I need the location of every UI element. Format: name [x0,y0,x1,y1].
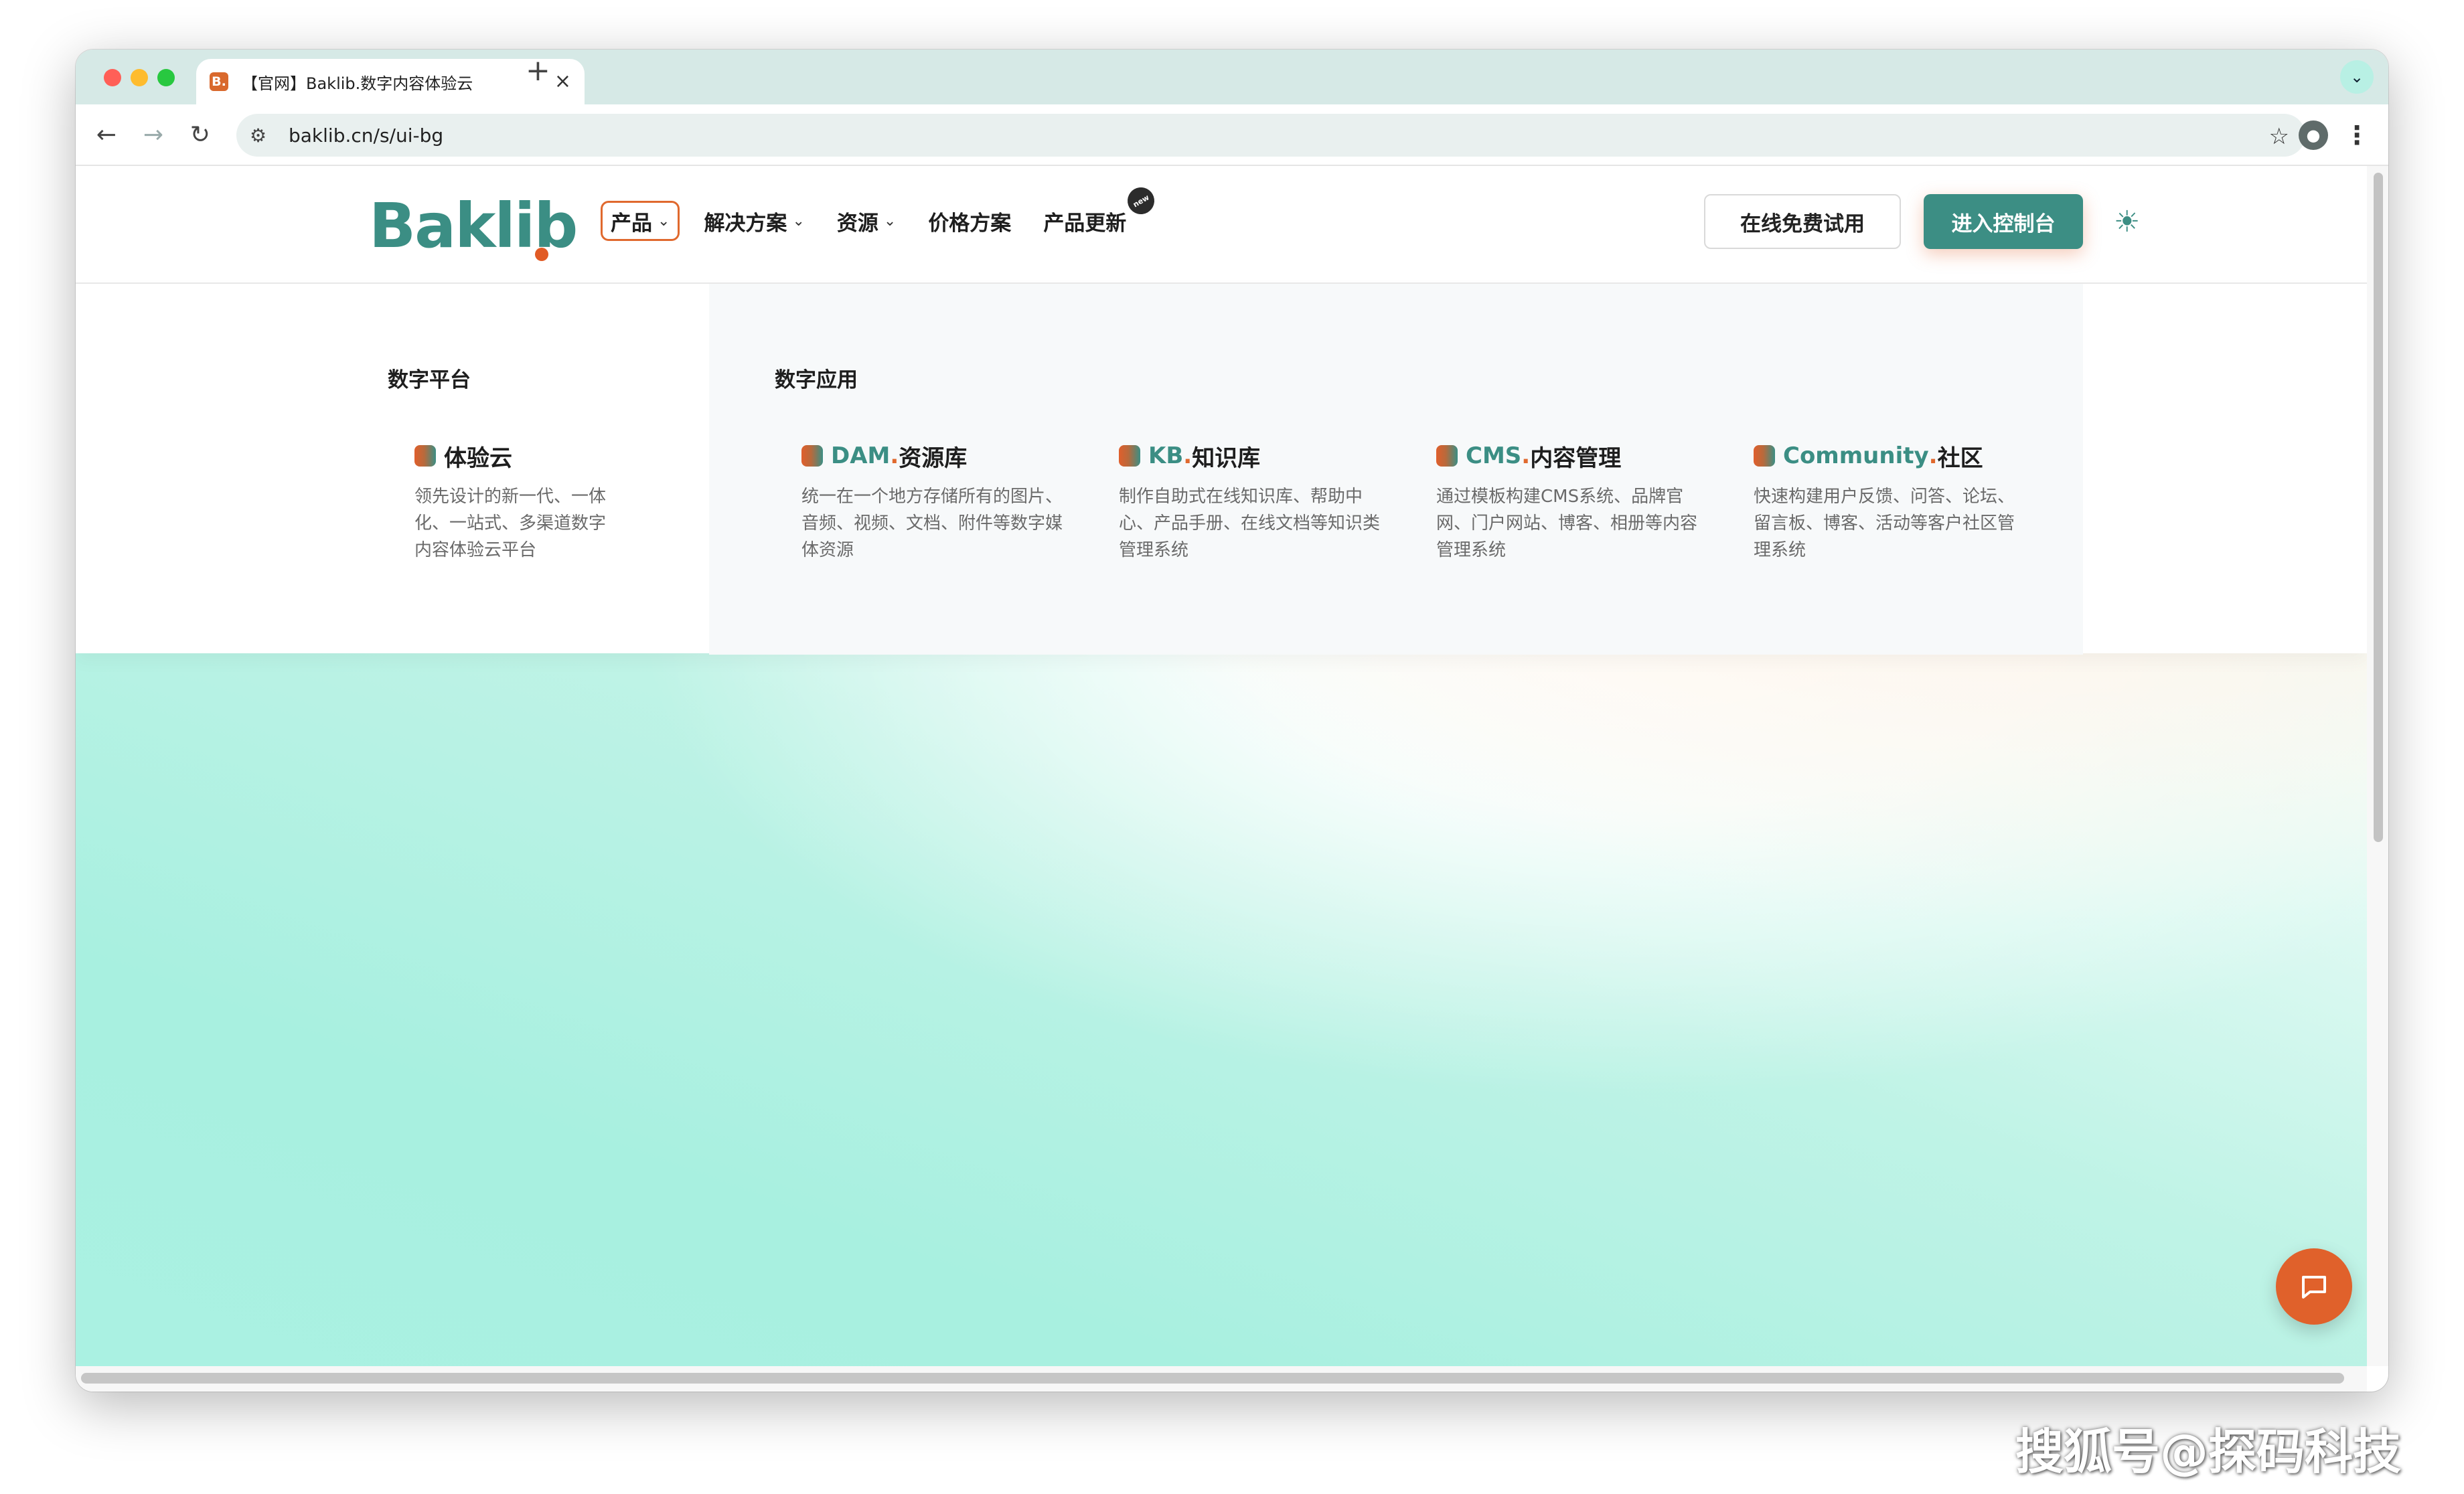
chevron-down-icon: ⌄ [658,212,670,230]
product-icon [1436,445,1458,467]
chat-button[interactable] [2276,1248,2352,1325]
maximize-window-button[interactable] [157,69,175,86]
vertical-scroll-thumb[interactable] [2374,173,2383,842]
section-title-platform: 数字平台 [388,368,471,392]
card-description: 统一在一个地方存储所有的图片、音频、视频、文档、附件等数字媒体资源 [801,487,1063,560]
nav-item-updates[interactable]: 产品更新 new [1035,182,1160,241]
tab-strip: B. 【官网】Baklib.数字内容体验云 × + ⌄ [76,50,2388,104]
menu-card-dam[interactable]: DAM. 资源库 统一在一个地方存储所有的图片、音频、视频、文档、附件等数字媒体资… [801,440,1083,564]
vertical-scrollbar[interactable] [2367,166,2388,1366]
nav-label: 产品更新 [1043,211,1127,236]
menu-card-community[interactable]: Community. 社区 快速构建用户反馈、问答、论坛、留言板、博客、活动等客户… [1754,440,2035,564]
browser-toolbar: ← → ↻ ⚙ baklib.cn/s/ui-bg ☆ ● ⋮ [76,104,2388,166]
main-nav: 产品 ⌄ 解决方案 ⌄ 资源 ⌄ 价格方案 产品更新 new [601,182,1160,241]
card-name: 体验云 [444,444,512,472]
new-tab-button[interactable]: + [526,56,550,86]
baklib-favicon-icon: B. [210,72,228,91]
watermark-text: 搜狐号@探码科技 [2015,1424,2402,1480]
minimize-window-button[interactable] [131,69,148,86]
products-mega-menu: 数字平台 体验云 领先设计的新一代、一体化、一站式、多渠道数字内容体验云平台 数… [76,282,2367,655]
menu-card-cms[interactable]: CMS. 内容管理 通过模板构建CMS系统、品牌官网、门户网站、博客、相册等内容管… [1436,440,1717,564]
product-icon [1754,445,1775,467]
free-trial-button[interactable]: 在线免费试用 [1704,194,1901,249]
chevron-down-icon: ⌄ [883,212,897,230]
nav-label: 产品 [611,211,652,236]
card-description: 快速构建用户反馈、问答、论坛、留言板、博客、活动等客户社区管理系统 [1754,487,2015,560]
tab-title: 【官网】Baklib.数字内容体验云 [242,74,473,93]
menu-card-experience-cloud[interactable]: 体验云 领先设计的新一代、一体化、一站式、多渠道数字内容体验云平台 [414,440,696,564]
card-head: KB. 知识库 [1119,440,1400,472]
card-description: 通过模板构建CMS系统、品牌官网、门户网站、博客、相册等内容管理系统 [1436,487,1698,560]
browser-menu-icon[interactable]: ⋮ [2344,116,2370,154]
close-window-button[interactable] [104,69,121,86]
nav-label: 解决方案 [704,211,787,236]
nav-item-pricing[interactable]: 价格方案 [920,201,1019,241]
profile-avatar-icon[interactable]: ● [2299,120,2328,150]
nav-item-solutions[interactable]: 解决方案 ⌄ [696,201,812,241]
menu-card-kb[interactable]: KB. 知识库 制作自助式在线知识库、帮助中心、产品手册、在线文档等知识类管理系统 [1119,440,1400,564]
enter-console-button[interactable]: 进入控制台 [1924,194,2083,249]
browser-window: B. 【官网】Baklib.数字内容体验云 × + ⌄ ← → ↻ ⚙ bakl… [76,50,2388,1392]
logo-dot [535,248,548,261]
card-name: 资源库 [899,444,968,472]
tab-search-button[interactable]: ⌄ [2340,60,2374,94]
card-head: 体验云 [414,440,696,472]
section-title-apps: 数字应用 [775,368,858,392]
card-description: 制作自助式在线知识库、帮助中心、产品手册、在线文档等知识类管理系统 [1119,487,1381,560]
product-icon [1119,445,1140,467]
nav-label: 价格方案 [928,211,1012,236]
horizontal-scroll-thumb[interactable] [81,1373,2344,1384]
card-head: DAM. 资源库 [801,440,1083,472]
card-name: 内容管理 [1530,444,1622,472]
new-badge: new [1122,182,1160,220]
card-dot: . [1928,442,1938,469]
card-dot: . [1183,442,1192,469]
chevron-down-icon: ⌄ [792,212,805,230]
chat-bubble-icon [2302,1276,2326,1299]
product-icon [801,445,823,467]
card-dot: . [1521,442,1531,469]
site-info-icon[interactable]: ⚙ [250,124,277,147]
product-icon [414,445,436,467]
card-prefix: KB [1148,442,1184,469]
card-name: 知识库 [1192,444,1261,472]
card-prefix: Community [1783,442,1929,469]
reload-icon[interactable]: ↻ [181,116,219,154]
sun-icon[interactable]: ☀ [2114,206,2140,238]
card-head: CMS. 内容管理 [1436,440,1717,472]
horizontal-scrollbar[interactable] [76,1366,2367,1392]
card-description: 领先设计的新一代、一体化、一站式、多渠道数字内容体验云平台 [414,487,607,560]
tab-close-icon[interactable]: × [554,72,571,92]
url-text[interactable]: baklib.cn/s/ui-bg [289,124,443,147]
nav-item-products[interactable]: 产品 ⌄ [601,201,680,241]
bookmark-star-icon[interactable]: ☆ [2269,123,2289,150]
card-name: 社区 [1937,444,1983,472]
nav-label: 资源 [836,211,878,236]
card-prefix: CMS [1466,442,1522,469]
forward-arrow-icon[interactable]: → [135,116,172,154]
card-dot: . [890,442,899,469]
card-prefix: DAM [831,442,891,469]
page-viewport: Baklib 产品 ⌄ 解决方案 ⌄ 资源 ⌄ 价格方案 产品更新 new 在线… [76,166,2367,1366]
back-arrow-icon[interactable]: ← [88,116,125,154]
nav-item-resources[interactable]: 资源 ⌄ [829,201,904,241]
card-head: Community. 社区 [1754,440,2035,472]
address-bar[interactable]: ⚙ baklib.cn/s/ui-bg ☆ [236,114,2305,157]
site-header: Baklib 产品 ⌄ 解决方案 ⌄ 资源 ⌄ 价格方案 产品更新 new 在线… [76,166,2367,282]
